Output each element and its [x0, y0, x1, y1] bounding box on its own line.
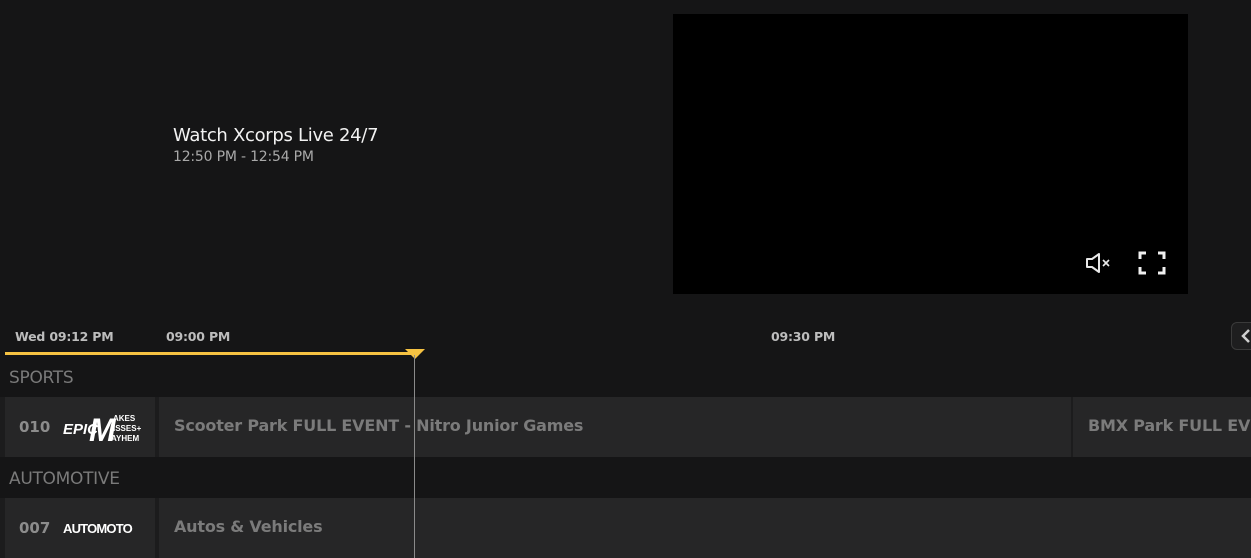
channel-logo: AUTOMOTO: [63, 521, 133, 536]
current-time-marker: [405, 349, 425, 359]
chevron-left-icon: [1239, 328, 1251, 348]
channel-row: 010 EPIC M AKES ISSES+ AYHEM Scooter Par…: [0, 397, 1251, 457]
time-tick: 09:30 PM: [771, 329, 836, 344]
program-cell[interactable]: Scooter Park FULL EVENT - Nitro Junior G…: [159, 397, 1071, 457]
channel-number: 010: [19, 418, 51, 436]
now-playing-title: Watch Xcorps Live 24/7: [173, 125, 379, 146]
program-cell[interactable]: Autos & Vehicles: [159, 498, 1251, 558]
category-label: AUTOMOTIVE: [9, 469, 120, 489]
speaker-muted-icon: [1086, 253, 1110, 273]
program-title: Scooter Park FULL EVENT - Nitro Junior G…: [174, 416, 584, 435]
now-playing-time: 12:50 PM - 12:54 PM: [173, 149, 314, 165]
time-progress-bar: [5, 352, 415, 355]
channel-number: 007: [19, 519, 51, 537]
fullscreen-button[interactable]: [1136, 250, 1168, 276]
current-time-line: [414, 355, 415, 558]
channel-cell[interactable]: 010 EPIC M AKES ISSES+ AYHEM: [5, 397, 155, 457]
scroll-back-button[interactable]: [1231, 322, 1251, 350]
program-title: BMX Park FULL EVENT: [1088, 416, 1251, 435]
now-playing-info: Watch Xcorps Live 24/7 12:50 PM - 12:54 …: [173, 124, 379, 165]
mute-button[interactable]: [1083, 250, 1115, 276]
svg-text:ISSES+: ISSES+: [113, 424, 142, 433]
program-cell[interactable]: BMX Park FULL EVENT: [1073, 397, 1251, 457]
channel-logo: EPIC M AKES ISSES+ AYHEM: [63, 412, 142, 443]
category-label: SPORTS: [9, 368, 74, 388]
svg-text:AUTOMOTO: AUTOMOTO: [63, 521, 133, 536]
channel-row: 007 AUTOMOTO Autos & Vehicles: [0, 498, 1251, 558]
channel-cell[interactable]: 007 AUTOMOTO: [5, 498, 155, 558]
svg-text:AYHEM: AYHEM: [111, 434, 139, 443]
svg-text:AKES: AKES: [113, 414, 136, 423]
time-tick: 09:00 PM: [166, 329, 231, 344]
current-time-label: Wed 09:12 PM: [15, 329, 114, 344]
fullscreen-icon: [1138, 251, 1166, 275]
timeline-header: Wed 09:12 PM 09:00 PM 09:30 PM: [0, 322, 1251, 354]
program-title: Autos & Vehicles: [174, 517, 323, 536]
video-player[interactable]: [673, 14, 1188, 294]
